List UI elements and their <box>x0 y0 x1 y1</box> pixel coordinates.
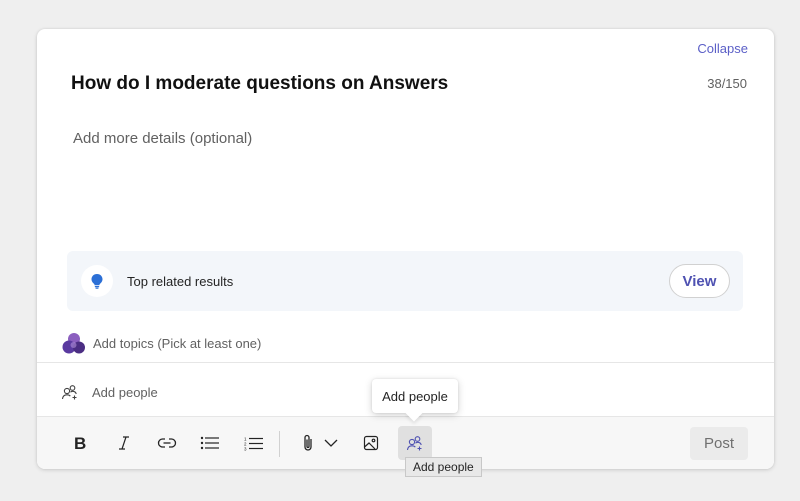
attach-options-dropdown[interactable] <box>315 427 347 459</box>
topics-icon <box>61 331 87 357</box>
attach-icon <box>302 433 314 453</box>
add-people-native-tooltip: Add people <box>405 457 482 477</box>
question-title[interactable]: How do I moderate questions on Answers <box>71 73 448 95</box>
link-button[interactable] <box>151 427 183 459</box>
topics-input[interactable] <box>93 336 493 351</box>
chevron-down-icon <box>324 439 338 447</box>
add-people-button[interactable] <box>398 426 432 460</box>
toolbar-divider <box>279 431 280 457</box>
collapse-link[interactable]: Collapse <box>697 41 748 56</box>
related-results-label: Top related results <box>127 274 234 289</box>
related-results-panel: Top related results View <box>67 251 743 311</box>
lightbulb-icon <box>90 273 104 289</box>
italic-icon <box>118 435 130 451</box>
svg-text:B: B <box>74 435 86 451</box>
add-people-icon <box>61 384 79 400</box>
add-people-tooltip: Add people <box>372 379 458 413</box>
bold-button[interactable]: B <box>64 427 96 459</box>
character-count: 38/150 <box>707 76 747 91</box>
numbered-list-icon: 1 2 3 <box>244 436 264 451</box>
post-button[interactable]: Post <box>690 427 748 460</box>
add-people-icon <box>406 435 424 451</box>
bulleted-list-icon <box>200 436 220 450</box>
bold-icon: B <box>73 435 87 451</box>
view-related-button[interactable]: View <box>669 264 730 298</box>
details-input[interactable] <box>73 130 733 240</box>
numbered-list-button[interactable]: 1 2 3 <box>238 427 270 459</box>
image-icon <box>363 435 379 451</box>
topics-row <box>37 327 774 363</box>
svg-text:3: 3 <box>244 446 247 451</box>
lightbulb-badge <box>81 265 113 297</box>
italic-button[interactable] <box>108 427 140 459</box>
bulleted-list-button[interactable] <box>194 427 226 459</box>
link-icon <box>157 436 177 450</box>
image-button[interactable] <box>355 427 387 459</box>
